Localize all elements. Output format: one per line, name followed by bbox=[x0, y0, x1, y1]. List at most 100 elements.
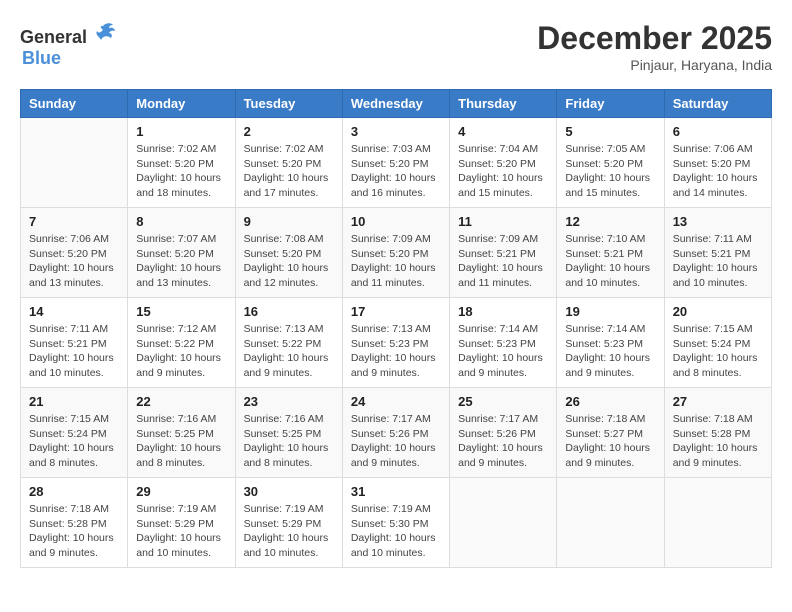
calendar-cell: 19 Sunrise: 7:14 AM Sunset: 5:23 PM Dayli… bbox=[557, 298, 664, 388]
day-info: Sunrise: 7:17 AM Sunset: 5:26 PM Dayligh… bbox=[458, 412, 548, 471]
day-number: 29 bbox=[136, 484, 226, 499]
day-info: Sunrise: 7:07 AM Sunset: 5:20 PM Dayligh… bbox=[136, 232, 226, 291]
calendar-cell: 13 Sunrise: 7:11 AM Sunset: 5:21 PM Dayli… bbox=[664, 208, 771, 298]
day-number: 5 bbox=[565, 124, 655, 139]
logo-bird-icon bbox=[89, 20, 117, 54]
day-number: 12 bbox=[565, 214, 655, 229]
calendar-cell: 6 Sunrise: 7:06 AM Sunset: 5:20 PM Daylig… bbox=[664, 118, 771, 208]
calendar-cell: 21 Sunrise: 7:15 AM Sunset: 5:24 PM Dayli… bbox=[21, 388, 128, 478]
week-row-4: 21 Sunrise: 7:15 AM Sunset: 5:24 PM Dayli… bbox=[21, 388, 772, 478]
day-number: 7 bbox=[29, 214, 119, 229]
day-number: 18 bbox=[458, 304, 548, 319]
week-row-5: 28 Sunrise: 7:18 AM Sunset: 5:28 PM Dayli… bbox=[21, 478, 772, 568]
weekday-header-sunday: Sunday bbox=[21, 90, 128, 118]
day-number: 21 bbox=[29, 394, 119, 409]
logo: General Blue bbox=[20, 20, 117, 69]
day-info: Sunrise: 7:06 AM Sunset: 5:20 PM Dayligh… bbox=[673, 142, 763, 201]
page-header: General Blue December 2025 Pinjaur, Hary… bbox=[20, 20, 772, 73]
day-info: Sunrise: 7:11 AM Sunset: 5:21 PM Dayligh… bbox=[673, 232, 763, 291]
day-number: 23 bbox=[244, 394, 334, 409]
day-info: Sunrise: 7:19 AM Sunset: 5:29 PM Dayligh… bbox=[136, 502, 226, 561]
day-number: 20 bbox=[673, 304, 763, 319]
day-info: Sunrise: 7:18 AM Sunset: 5:28 PM Dayligh… bbox=[29, 502, 119, 561]
day-info: Sunrise: 7:10 AM Sunset: 5:21 PM Dayligh… bbox=[565, 232, 655, 291]
day-number: 11 bbox=[458, 214, 548, 229]
weekday-header-saturday: Saturday bbox=[664, 90, 771, 118]
day-info: Sunrise: 7:11 AM Sunset: 5:21 PM Dayligh… bbox=[29, 322, 119, 381]
day-info: Sunrise: 7:02 AM Sunset: 5:20 PM Dayligh… bbox=[136, 142, 226, 201]
day-info: Sunrise: 7:14 AM Sunset: 5:23 PM Dayligh… bbox=[458, 322, 548, 381]
day-info: Sunrise: 7:02 AM Sunset: 5:20 PM Dayligh… bbox=[244, 142, 334, 201]
day-info: Sunrise: 7:16 AM Sunset: 5:25 PM Dayligh… bbox=[136, 412, 226, 471]
day-number: 28 bbox=[29, 484, 119, 499]
day-number: 6 bbox=[673, 124, 763, 139]
day-number: 19 bbox=[565, 304, 655, 319]
calendar-cell: 18 Sunrise: 7:14 AM Sunset: 5:23 PM Dayli… bbox=[450, 298, 557, 388]
calendar-cell bbox=[557, 478, 664, 568]
calendar-cell: 16 Sunrise: 7:13 AM Sunset: 5:22 PM Dayli… bbox=[235, 298, 342, 388]
day-info: Sunrise: 7:13 AM Sunset: 5:22 PM Dayligh… bbox=[244, 322, 334, 381]
day-number: 1 bbox=[136, 124, 226, 139]
day-info: Sunrise: 7:18 AM Sunset: 5:28 PM Dayligh… bbox=[673, 412, 763, 471]
calendar-cell: 20 Sunrise: 7:15 AM Sunset: 5:24 PM Dayli… bbox=[664, 298, 771, 388]
day-number: 22 bbox=[136, 394, 226, 409]
calendar-cell: 10Sunrise: 7:09 AM Sunset: 5:20 PM Dayli… bbox=[342, 208, 449, 298]
day-number: 30 bbox=[244, 484, 334, 499]
week-row-3: 14 Sunrise: 7:11 AM Sunset: 5:21 PM Dayli… bbox=[21, 298, 772, 388]
day-number: 2 bbox=[244, 124, 334, 139]
calendar-cell: 17Sunrise: 7:13 AM Sunset: 5:23 PM Dayli… bbox=[342, 298, 449, 388]
weekday-header-tuesday: Tuesday bbox=[235, 90, 342, 118]
day-number: 24 bbox=[351, 394, 441, 409]
calendar-cell: 27 Sunrise: 7:18 AM Sunset: 5:28 PM Dayli… bbox=[664, 388, 771, 478]
weekday-header-wednesday: Wednesday bbox=[342, 90, 449, 118]
day-info: Sunrise: 7:14 AM Sunset: 5:23 PM Dayligh… bbox=[565, 322, 655, 381]
calendar-cell: 4 Sunrise: 7:04 AM Sunset: 5:20 PM Daylig… bbox=[450, 118, 557, 208]
month-title: December 2025 bbox=[537, 20, 772, 57]
day-info: Sunrise: 7:19 AM Sunset: 5:29 PM Dayligh… bbox=[244, 502, 334, 561]
day-info: Sunrise: 7:16 AM Sunset: 5:25 PM Dayligh… bbox=[244, 412, 334, 471]
day-info: Sunrise: 7:18 AM Sunset: 5:27 PM Dayligh… bbox=[565, 412, 655, 471]
calendar-header-row: SundayMondayTuesdayWednesdayThursdayFrid… bbox=[21, 90, 772, 118]
day-info: Sunrise: 7:03 AM Sunset: 5:20 PM Dayligh… bbox=[351, 142, 441, 201]
day-info: Sunrise: 7:12 AM Sunset: 5:22 PM Dayligh… bbox=[136, 322, 226, 381]
day-info: Sunrise: 7:04 AM Sunset: 5:20 PM Dayligh… bbox=[458, 142, 548, 201]
week-row-1: 1 Sunrise: 7:02 AM Sunset: 5:20 PM Daylig… bbox=[21, 118, 772, 208]
day-number: 8 bbox=[136, 214, 226, 229]
day-info: Sunrise: 7:06 AM Sunset: 5:20 PM Dayligh… bbox=[29, 232, 119, 291]
calendar-cell: 11Sunrise: 7:09 AM Sunset: 5:21 PM Dayli… bbox=[450, 208, 557, 298]
calendar-cell: 23 Sunrise: 7:16 AM Sunset: 5:25 PM Dayli… bbox=[235, 388, 342, 478]
day-number: 9 bbox=[244, 214, 334, 229]
calendar-cell: 24Sunrise: 7:17 AM Sunset: 5:26 PM Dayli… bbox=[342, 388, 449, 478]
day-number: 13 bbox=[673, 214, 763, 229]
calendar-cell: 8 Sunrise: 7:07 AM Sunset: 5:20 PM Daylig… bbox=[128, 208, 235, 298]
calendar-cell: 9 Sunrise: 7:08 AM Sunset: 5:20 PM Daylig… bbox=[235, 208, 342, 298]
calendar-cell: 26 Sunrise: 7:18 AM Sunset: 5:27 PM Dayli… bbox=[557, 388, 664, 478]
day-number: 26 bbox=[565, 394, 655, 409]
day-number: 17 bbox=[351, 304, 441, 319]
weekday-header-friday: Friday bbox=[557, 90, 664, 118]
logo-general-text: General bbox=[20, 27, 87, 48]
calendar-cell: 3 Sunrise: 7:03 AM Sunset: 5:20 PM Daylig… bbox=[342, 118, 449, 208]
day-number: 4 bbox=[458, 124, 548, 139]
day-number: 14 bbox=[29, 304, 119, 319]
calendar-cell: 30 Sunrise: 7:19 AM Sunset: 5:29 PM Dayli… bbox=[235, 478, 342, 568]
calendar-cell: 2 Sunrise: 7:02 AM Sunset: 5:20 PM Daylig… bbox=[235, 118, 342, 208]
day-number: 27 bbox=[673, 394, 763, 409]
day-info: Sunrise: 7:08 AM Sunset: 5:20 PM Dayligh… bbox=[244, 232, 334, 291]
day-info: Sunrise: 7:15 AM Sunset: 5:24 PM Dayligh… bbox=[673, 322, 763, 381]
location-text: Pinjaur, Haryana, India bbox=[537, 57, 772, 73]
day-info: Sunrise: 7:05 AM Sunset: 5:20 PM Dayligh… bbox=[565, 142, 655, 201]
logo-blue-text: Blue bbox=[22, 48, 61, 69]
day-number: 16 bbox=[244, 304, 334, 319]
calendar-cell: 31 Sunrise: 7:19 AM Sunset: 5:30 PM Dayli… bbox=[342, 478, 449, 568]
day-info: Sunrise: 7:15 AM Sunset: 5:24 PM Dayligh… bbox=[29, 412, 119, 471]
day-number: 31 bbox=[351, 484, 441, 499]
calendar-cell: 22 Sunrise: 7:16 AM Sunset: 5:25 PM Dayli… bbox=[128, 388, 235, 478]
day-number: 3 bbox=[351, 124, 441, 139]
calendar-cell: 14 Sunrise: 7:11 AM Sunset: 5:21 PM Dayli… bbox=[21, 298, 128, 388]
day-info: Sunrise: 7:19 AM Sunset: 5:30 PM Dayligh… bbox=[351, 502, 441, 561]
calendar-cell: 5 Sunrise: 7:05 AM Sunset: 5:20 PM Daylig… bbox=[557, 118, 664, 208]
calendar-cell: 12 Sunrise: 7:10 AM Sunset: 5:21 PM Dayli… bbox=[557, 208, 664, 298]
day-number: 10 bbox=[351, 214, 441, 229]
calendar-cell: 28 Sunrise: 7:18 AM Sunset: 5:28 PM Dayli… bbox=[21, 478, 128, 568]
